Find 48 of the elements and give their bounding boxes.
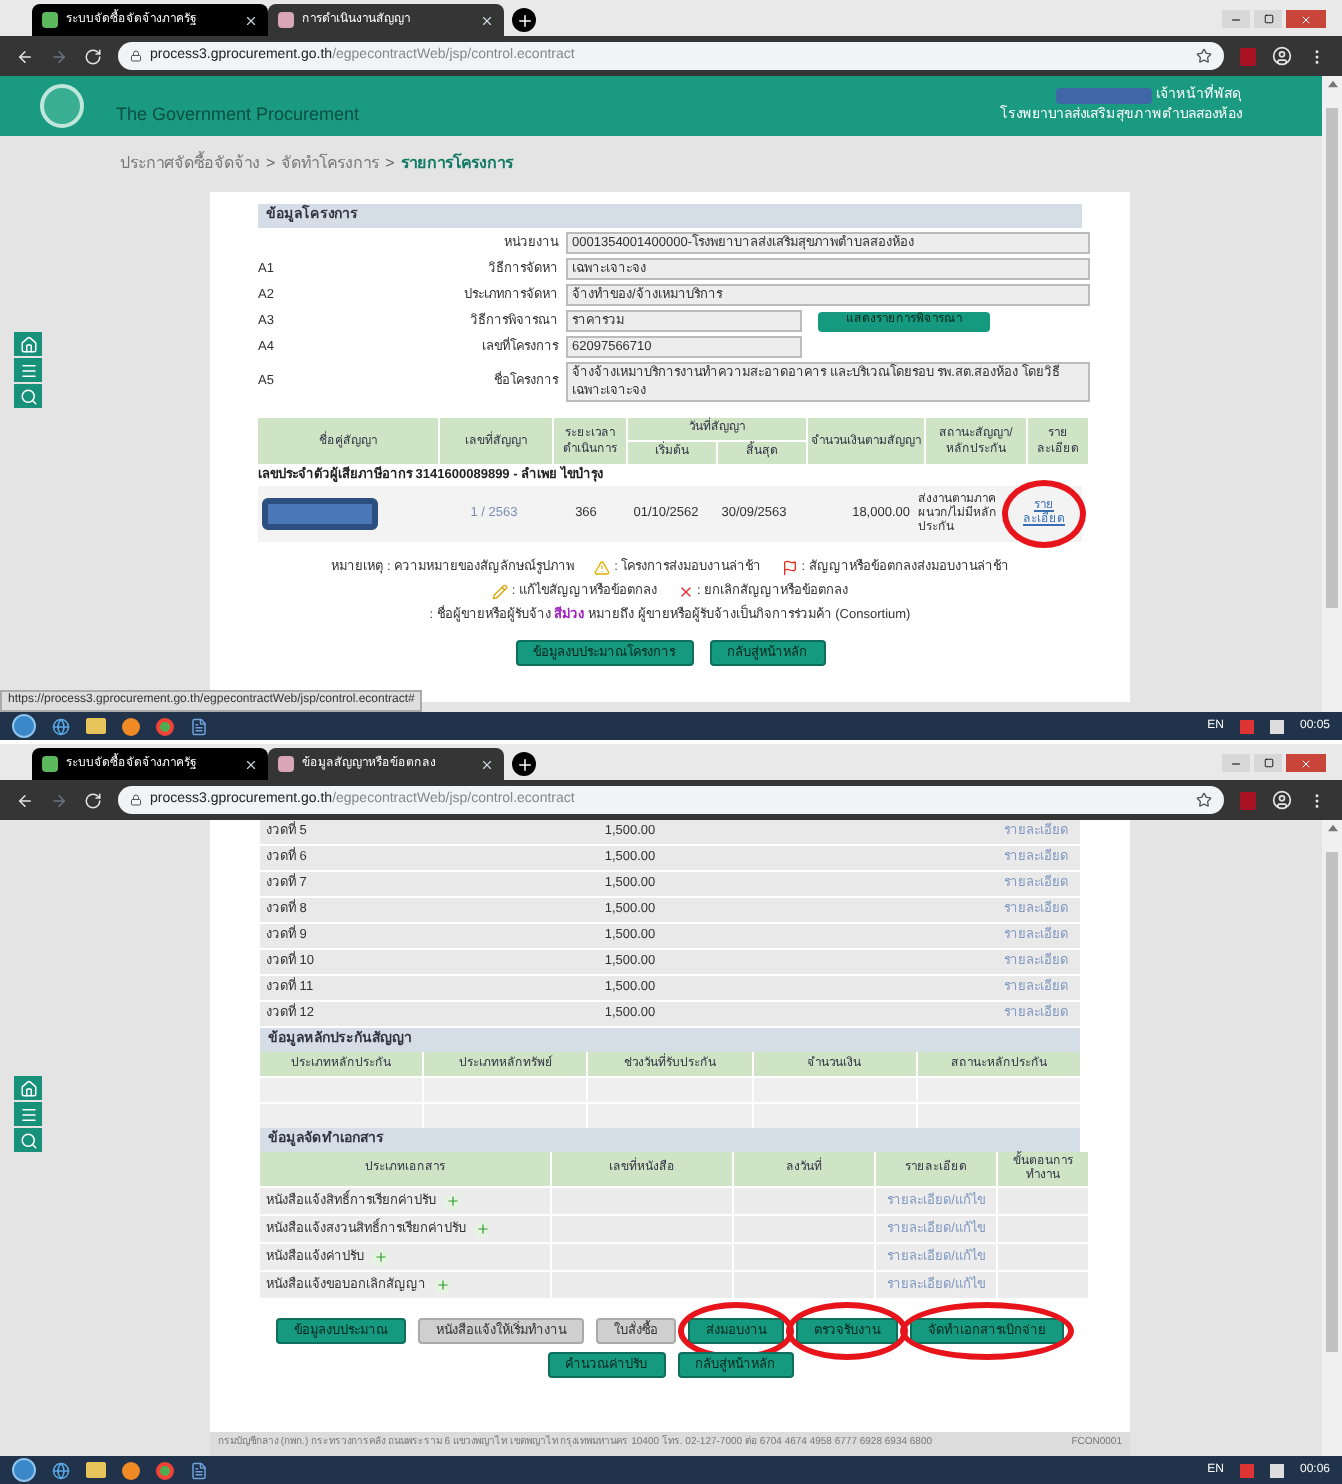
new-tab-icon[interactable] bbox=[512, 8, 536, 32]
forward-icon[interactable] bbox=[50, 47, 68, 65]
new-tab-icon[interactable] bbox=[512, 752, 536, 776]
cancel-icon bbox=[677, 583, 693, 600]
redaction-block bbox=[1056, 87, 1152, 104]
pencil-icon bbox=[491, 583, 508, 600]
breadcrumb-separator: > bbox=[385, 152, 395, 176]
scrollbar[interactable] bbox=[1322, 820, 1342, 1456]
home-icon[interactable] bbox=[14, 332, 42, 356]
browser-icon[interactable] bbox=[52, 1461, 70, 1479]
browser-icon[interactable] bbox=[52, 717, 70, 735]
scrollbar[interactable] bbox=[1322, 76, 1342, 712]
breadcrumb-separator: > bbox=[266, 152, 276, 176]
favicon-icon bbox=[278, 756, 294, 772]
maximize-icon[interactable] bbox=[1254, 10, 1282, 28]
home-icon[interactable] bbox=[14, 1076, 42, 1100]
favicon-icon bbox=[278, 12, 294, 28]
breadcrumb-link[interactable]: จัดทำโครงการ bbox=[281, 152, 380, 176]
reload-icon[interactable] bbox=[84, 47, 102, 65]
search-icon[interactable] bbox=[14, 384, 42, 408]
scroll-up-icon[interactable] bbox=[1327, 80, 1337, 88]
breadcrumb-link[interactable]: ประกาศจัดซื้อจัดจ้าง bbox=[120, 152, 260, 176]
profile-icon[interactable] bbox=[1272, 46, 1292, 66]
scroll-up-icon[interactable] bbox=[1327, 824, 1337, 832]
breadcrumb-link[interactable]: รายการโครงการ bbox=[400, 152, 513, 176]
search-icon[interactable] bbox=[14, 1128, 42, 1152]
site-name: The Government Procurement bbox=[116, 102, 360, 129]
flag-icon bbox=[781, 559, 798, 576]
document-icon[interactable] bbox=[190, 1461, 208, 1479]
close-icon[interactable] bbox=[480, 757, 494, 771]
forward-icon[interactable] bbox=[50, 791, 68, 809]
back-icon[interactable] bbox=[16, 47, 34, 65]
minimize-icon[interactable] bbox=[1222, 754, 1250, 772]
back-icon[interactable] bbox=[16, 791, 34, 809]
start-button[interactable] bbox=[12, 714, 36, 738]
reload-icon[interactable] bbox=[84, 791, 102, 809]
favicon-icon bbox=[42, 12, 58, 28]
profile-icon[interactable] bbox=[1272, 790, 1292, 810]
maximize-icon[interactable] bbox=[1254, 754, 1282, 772]
close-icon[interactable] bbox=[480, 13, 494, 27]
warning-icon bbox=[594, 559, 611, 576]
close-icon[interactable] bbox=[244, 13, 258, 27]
close-icon[interactable] bbox=[244, 757, 258, 771]
favicon-icon bbox=[42, 756, 58, 772]
emblem-icon bbox=[40, 84, 84, 128]
start-button[interactable] bbox=[12, 1458, 36, 1482]
minimize-icon[interactable] bbox=[1222, 10, 1250, 28]
document-icon[interactable] bbox=[190, 717, 208, 735]
